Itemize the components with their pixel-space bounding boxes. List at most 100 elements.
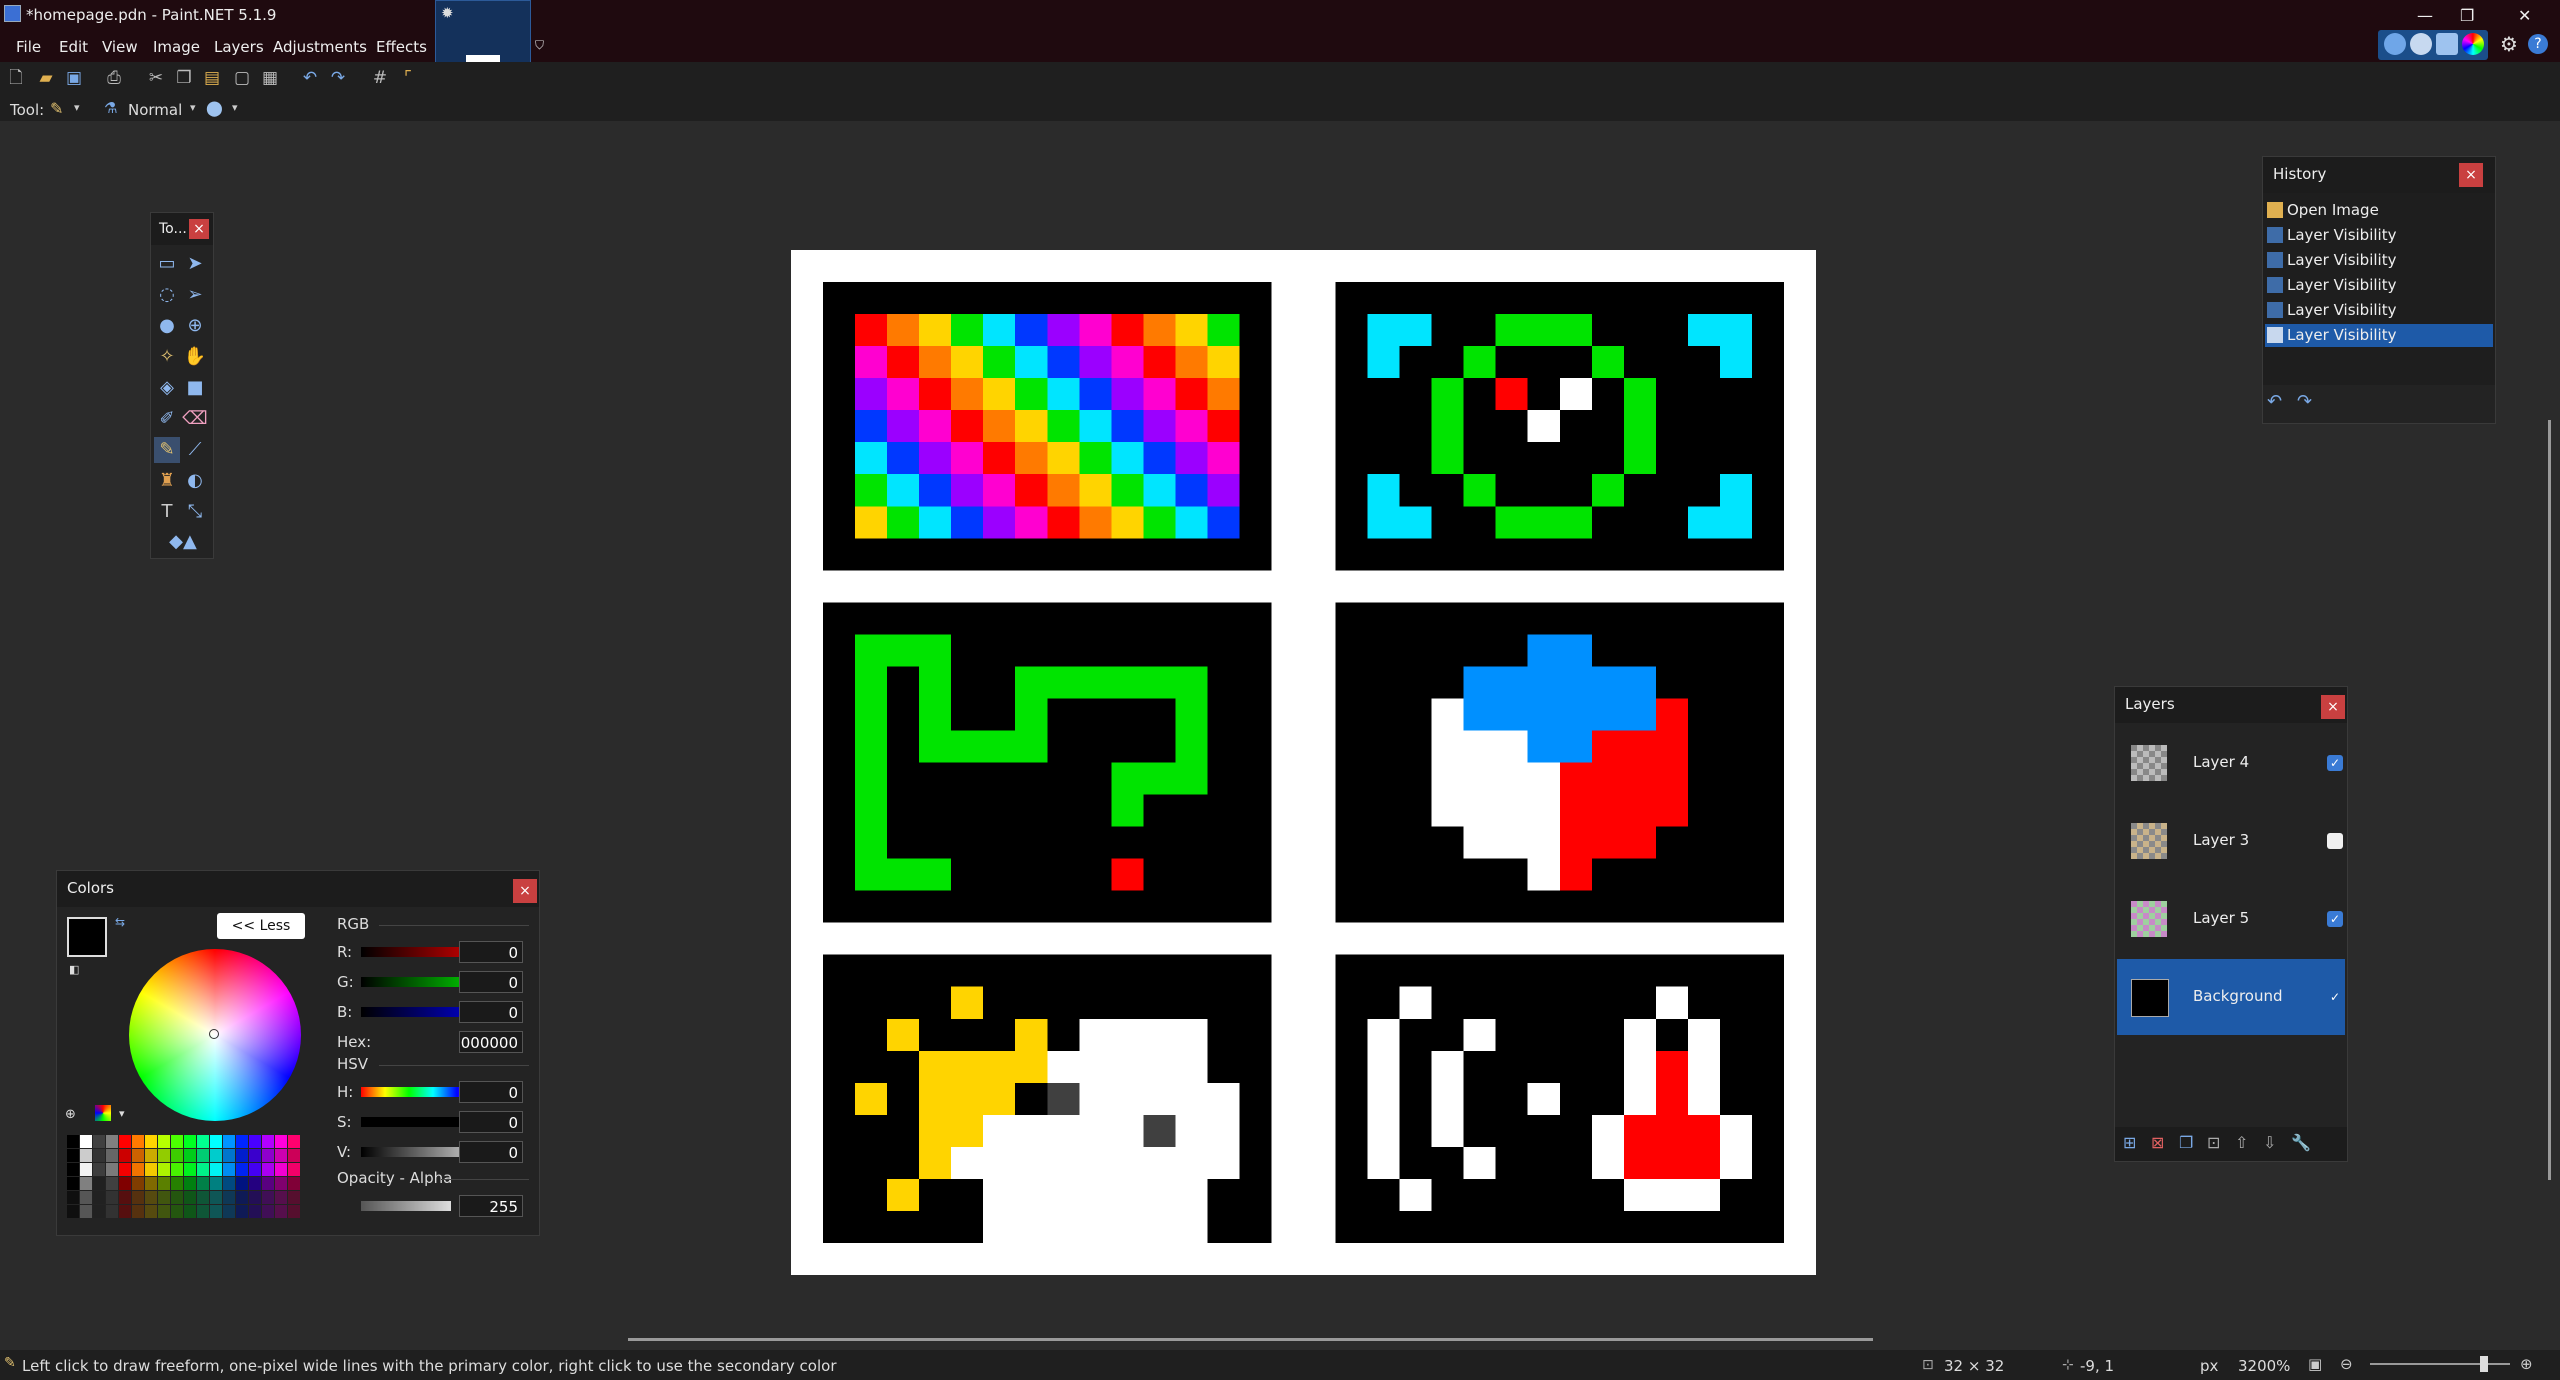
palette-swatch[interactable] (210, 1205, 222, 1218)
palette-swatch[interactable] (236, 1163, 248, 1176)
palette-swatch[interactable] (171, 1205, 183, 1218)
palette-swatch[interactable] (145, 1177, 157, 1190)
palette-swatch[interactable] (158, 1149, 170, 1162)
history-item[interactable]: Layer Visibility (2265, 299, 2493, 322)
shapes-icon[interactable]: ◆▲ (168, 529, 198, 555)
menu-image[interactable]: Image (153, 38, 200, 56)
palette-swatch[interactable] (106, 1149, 118, 1162)
palette-swatch[interactable] (158, 1163, 170, 1176)
history-item-selected[interactable]: Layer Visibility (2265, 324, 2493, 347)
palette-swatch[interactable] (184, 1149, 196, 1162)
palette-swatch[interactable] (132, 1191, 144, 1204)
pencil-icon[interactable]: ✎ (154, 437, 180, 463)
zoom-icon[interactable]: ⊕ (182, 313, 208, 339)
image-canvas[interactable] (791, 250, 1816, 1275)
antialias-dropdown-icon[interactable]: ▾ (232, 101, 238, 114)
alpha-slider[interactable] (361, 1201, 451, 1211)
palette-swatch[interactable] (145, 1191, 157, 1204)
magic-wand-icon[interactable]: ✧ (154, 344, 180, 370)
duplicate-layer-icon[interactable]: ❐ (2179, 1133, 2193, 1152)
palette-swatch[interactable] (80, 1135, 92, 1148)
palette-swatch[interactable] (210, 1149, 222, 1162)
save-icon[interactable]: ▣ (64, 68, 84, 88)
palette-swatch[interactable] (93, 1135, 105, 1148)
palette-swatch[interactable] (275, 1149, 287, 1162)
colors-close-button[interactable]: × (513, 879, 537, 903)
history-undo-icon[interactable]: ↶ (2267, 391, 2282, 412)
palette-swatch[interactable] (80, 1177, 92, 1190)
blue-input[interactable]: 0 (459, 1001, 523, 1023)
menu-file[interactable]: File (16, 38, 41, 56)
horizontal-scrollbar[interactable] (628, 1338, 1873, 1341)
palette-swatch[interactable] (275, 1135, 287, 1148)
palette-swatch[interactable] (145, 1135, 157, 1148)
redo-icon[interactable]: ↷ (328, 68, 348, 88)
pan-icon[interactable]: ✋ (182, 344, 208, 370)
tools-toggle-icon[interactable] (2384, 33, 2406, 55)
palette-swatch[interactable] (106, 1177, 118, 1190)
recolor-icon[interactable]: ◐ (182, 468, 208, 494)
palette-swatch[interactable] (249, 1163, 261, 1176)
palette-swatch[interactable] (184, 1205, 196, 1218)
alpha-input[interactable]: 255 (459, 1195, 523, 1217)
palette-swatch[interactable] (210, 1177, 222, 1190)
palette-swatch[interactable] (93, 1177, 105, 1190)
palette-swatch[interactable] (288, 1149, 300, 1162)
minimize-button[interactable]: — (2417, 6, 2433, 25)
tools-close-button[interactable]: × (189, 219, 209, 239)
layers-close-button[interactable]: × (2321, 695, 2345, 719)
zoom-slider-thumb[interactable] (2480, 1356, 2488, 1372)
palette-swatch[interactable] (67, 1163, 79, 1176)
units-select[interactable]: px (2200, 1357, 2218, 1375)
red-input[interactable]: 0 (459, 941, 523, 963)
palette-swatch[interactable] (67, 1135, 79, 1148)
palette-swatch[interactable] (262, 1191, 274, 1204)
palette-swatch[interactable] (93, 1149, 105, 1162)
history-item[interactable]: Layer Visibility (2265, 274, 2493, 297)
palette-swatch[interactable] (223, 1163, 235, 1176)
palette-swatch[interactable] (288, 1205, 300, 1218)
history-item[interactable]: Open Image (2265, 199, 2493, 222)
rectangle-select-icon[interactable]: ▭ (154, 251, 180, 277)
palette-swatch[interactable] (158, 1177, 170, 1190)
zoom-in-icon[interactable]: ⊕ (2520, 1355, 2533, 1373)
move-selection-icon[interactable]: ➢ (182, 282, 208, 308)
value-input[interactable]: 0 (459, 1141, 523, 1163)
tool-dropdown-icon[interactable]: ▾ (74, 101, 80, 114)
zoom-level[interactable]: 3200% (2238, 1357, 2290, 1375)
menu-adjustments[interactable]: Adjustments (273, 38, 367, 56)
color-picker-icon[interactable]: ⟋ (182, 437, 208, 463)
palette-swatch[interactable] (262, 1135, 274, 1148)
delete-layer-icon[interactable]: ⊠ (2151, 1133, 2164, 1152)
palette-swatch[interactable] (145, 1149, 157, 1162)
palette-swatch[interactable] (132, 1149, 144, 1162)
palette-swatch[interactable] (67, 1177, 79, 1190)
palette-swatch[interactable] (275, 1205, 287, 1218)
palette-swatch[interactable] (249, 1135, 261, 1148)
layer-row[interactable]: Layer 4 ✓ (2117, 725, 2345, 801)
palette-swatch[interactable] (249, 1191, 261, 1204)
palette-swatch[interactable] (106, 1191, 118, 1204)
grid-icon[interactable]: # (370, 68, 390, 88)
palette-swatch[interactable] (210, 1191, 222, 1204)
palette-swatch[interactable] (210, 1135, 222, 1148)
line-curve-icon[interactable]: ⤡ (182, 499, 208, 525)
primary-color-swatch[interactable] (67, 917, 107, 957)
palette-swatch[interactable] (288, 1163, 300, 1176)
palette-swatch[interactable] (236, 1149, 248, 1162)
palette-swatch[interactable] (223, 1149, 235, 1162)
palette-swatch[interactable] (80, 1163, 92, 1176)
blend-mode-select[interactable]: Normal (128, 101, 182, 119)
zoom-slider[interactable] (2370, 1363, 2510, 1365)
palette-swatch[interactable] (80, 1205, 92, 1218)
palette-swatch[interactable] (197, 1135, 209, 1148)
palette-swatch[interactable] (145, 1205, 157, 1218)
maximize-button[interactable]: ❐ (2460, 6, 2474, 25)
paint-bucket-icon[interactable]: ◈ (154, 375, 180, 401)
palette-swatch[interactable] (288, 1191, 300, 1204)
layer-row[interactable]: Layer 5 ✓ (2117, 881, 2345, 957)
palette-swatch[interactable] (93, 1191, 105, 1204)
zoom-fit-icon[interactable]: ▣ (2308, 1355, 2322, 1373)
palette-dropdown-icon[interactable]: ▾ (119, 1107, 125, 1120)
palette-swatch[interactable] (223, 1177, 235, 1190)
